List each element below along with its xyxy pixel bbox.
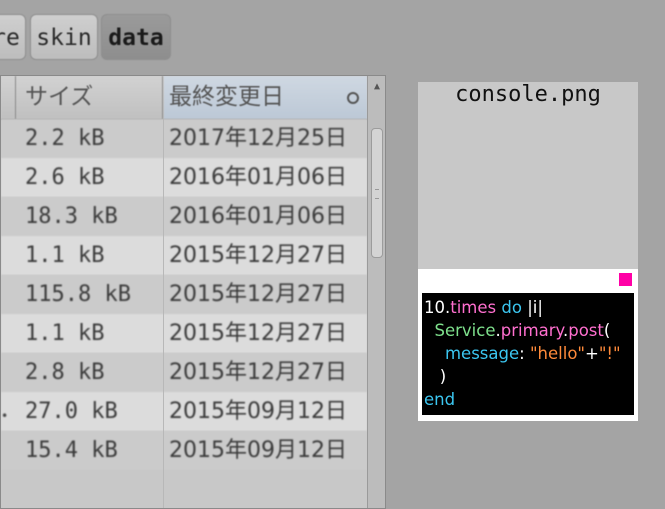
code-token-operator: + bbox=[585, 344, 599, 363]
cell-modified: 2015年12月27日 bbox=[169, 360, 347, 385]
cell-size: 1.1 kB bbox=[25, 243, 105, 268]
file-table: サイズ 最終変更日 2.2 kB 2017年12月25日 2.6 kB 2016… bbox=[0, 75, 386, 509]
cell-modified: 2015年12月27日 bbox=[169, 321, 347, 346]
cell-modified: 2017年12月25日 bbox=[169, 126, 347, 151]
scroll-up-arrow-icon[interactable]: ▲ bbox=[368, 76, 385, 98]
code-line-4: ) bbox=[424, 367, 447, 386]
table-row[interactable]: 115.8 kB 2015年12月27日 bbox=[1, 275, 367, 314]
table-row[interactable]: 2.8 kB 2015年12月27日 bbox=[1, 353, 367, 392]
cell-size: 27.0 kB bbox=[25, 399, 118, 424]
column-header-name[interactable] bbox=[1, 76, 16, 119]
cell-modified: 2015年09月12日 bbox=[169, 399, 347, 424]
code-token-method: times bbox=[450, 298, 497, 317]
pink-square-icon bbox=[619, 273, 632, 286]
code-token-colon: : bbox=[519, 344, 530, 363]
code-token-method: primary bbox=[500, 321, 563, 340]
table-row[interactable]: 2.2 kB 2017年12月25日 bbox=[1, 119, 367, 158]
code-line-3: message: "hello"+"!" bbox=[422, 342, 634, 365]
cell-size: 15.4 kB bbox=[25, 438, 118, 463]
column-header-modified-label: 最終変更日 bbox=[169, 84, 284, 110]
cell-modified: 2015年09月12日 bbox=[169, 438, 347, 463]
code-token-keyword: do bbox=[501, 298, 522, 317]
table-header: サイズ 最終変更日 bbox=[1, 76, 367, 120]
cell-size: 18.3 kB bbox=[25, 204, 118, 229]
code-token-string: "hello" bbox=[529, 344, 586, 363]
preview-filename: console.png bbox=[455, 82, 601, 107]
row-marker-icon: • bbox=[1, 409, 9, 423]
cell-size: 2.2 kB bbox=[25, 126, 105, 151]
cell-size: 2.6 kB bbox=[25, 165, 105, 190]
column-divider bbox=[163, 119, 164, 508]
table-body: 2.2 kB 2017年12月25日 2.6 kB 2016年01月06日 18… bbox=[1, 119, 367, 470]
code-token-method: post bbox=[568, 321, 604, 340]
code-preview: 10.times do |i| Service.primary.post( me… bbox=[422, 293, 634, 415]
tab-partial[interactable]: re bbox=[0, 14, 26, 60]
code-line-5: end bbox=[424, 390, 456, 409]
table-row[interactable]: 15.4 kB 2015年09月12日 bbox=[1, 431, 367, 470]
sort-indicator-icon bbox=[347, 92, 359, 104]
code-token-indent bbox=[424, 344, 445, 363]
cell-modified: 2015年12月27日 bbox=[169, 243, 347, 268]
cell-size: 1.1 kB bbox=[25, 321, 105, 346]
table-row[interactable]: 2.6 kB 2016年01月06日 bbox=[1, 158, 367, 197]
image-preview-panel: console.png 10.times do |i| Service.prim… bbox=[418, 82, 638, 421]
code-line-1: 10.times do |i| bbox=[422, 296, 634, 319]
tab-data[interactable]: data bbox=[101, 14, 171, 60]
cell-modified: 2016年01月06日 bbox=[169, 165, 347, 190]
code-token-indent bbox=[424, 321, 435, 340]
cell-modified: 2015年12月27日 bbox=[169, 282, 347, 307]
code-token-string: "!" bbox=[598, 344, 621, 363]
code-token-key: message bbox=[444, 344, 520, 363]
cell-size: 2.8 kB bbox=[25, 360, 105, 385]
vertical-scrollbar[interactable]: ▲ bbox=[367, 76, 385, 508]
column-header-modified[interactable]: 最終変更日 bbox=[164, 76, 367, 119]
code-token-constant: Service bbox=[434, 321, 496, 340]
cell-modified: 2016年01月06日 bbox=[169, 204, 347, 229]
table-row[interactable]: 18.3 kB 2016年01月06日 bbox=[1, 197, 367, 236]
column-header-size[interactable]: サイズ bbox=[15, 76, 163, 119]
preview-header-area: console.png bbox=[418, 82, 638, 269]
code-token-block-arg: |i| bbox=[521, 298, 543, 317]
table-row[interactable]: 1.1 kB 2015年12月27日 bbox=[1, 236, 367, 275]
tab-skin[interactable]: skin bbox=[30, 14, 98, 60]
code-token-number: 10 bbox=[424, 298, 445, 317]
code-line-2: Service.primary.post( bbox=[422, 319, 634, 342]
scrollbar-thumb[interactable] bbox=[371, 128, 383, 258]
grip-icon bbox=[375, 189, 379, 199]
table-row[interactable]: 1.1 kB 2015年12月27日 bbox=[1, 314, 367, 353]
cell-size: 115.8 kB bbox=[25, 282, 131, 307]
table-row[interactable]: • 27.0 kB 2015年09月12日 bbox=[1, 392, 367, 431]
code-token-paren: ( bbox=[603, 321, 611, 340]
